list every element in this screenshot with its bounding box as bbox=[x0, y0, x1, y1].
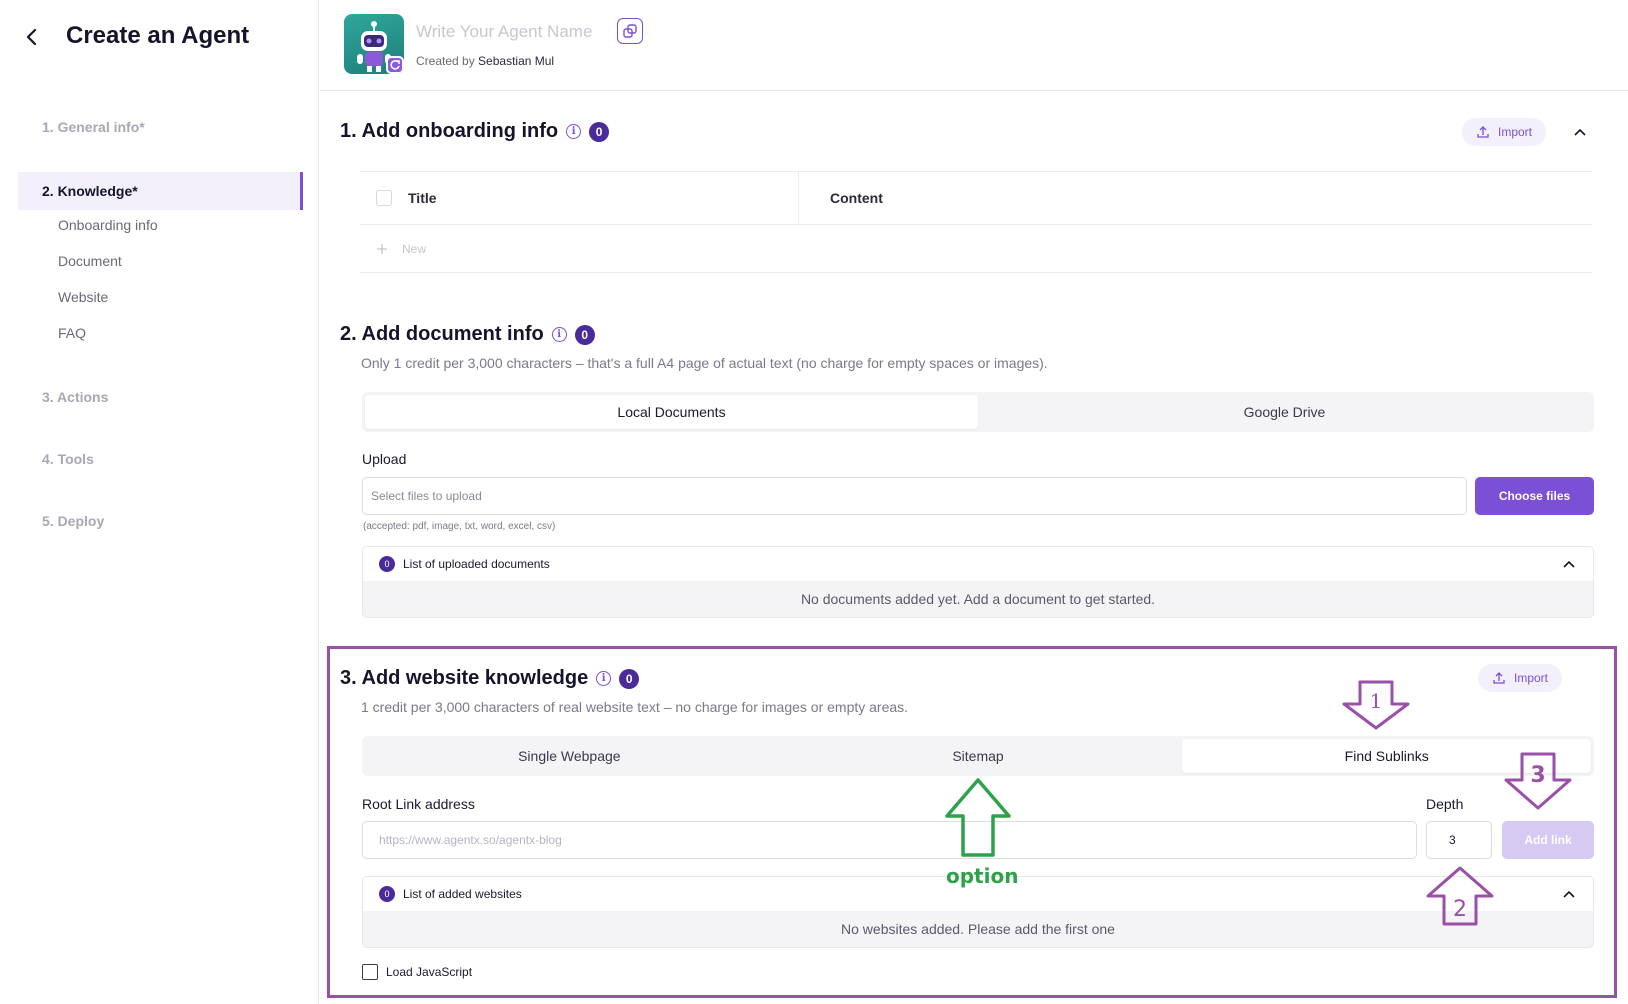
nav-step-knowledge-label: 2. Knowledge* bbox=[42, 183, 138, 199]
upload-placeholder: Select files to upload bbox=[371, 489, 482, 503]
refresh-icon bbox=[390, 60, 400, 70]
onboarding-table-header: Title Content bbox=[360, 171, 1592, 225]
annotation-option-arrow-up-icon bbox=[945, 778, 1011, 857]
column-divider bbox=[798, 172, 799, 224]
column-title: Title bbox=[408, 190, 437, 206]
annotation-arrow-3-label: 3 bbox=[1530, 763, 1545, 788]
info-icon[interactable]: i bbox=[551, 327, 567, 342]
onboarding-import-button[interactable]: Import bbox=[1462, 118, 1547, 146]
added-websites-count: 0 bbox=[379, 886, 395, 902]
tab-local-documents[interactable]: Local Documents bbox=[365, 395, 978, 429]
onboarding-section-title: 1. Add onboarding info i 0 bbox=[340, 120, 610, 143]
nav-step-deploy[interactable]: 5. Deploy bbox=[42, 513, 104, 529]
added-websites-title: List of added websites bbox=[403, 887, 522, 901]
load-javascript-checkbox[interactable] bbox=[362, 964, 378, 980]
nav-step-knowledge[interactable]: 2. Knowledge* bbox=[18, 172, 303, 210]
tab-sitemap[interactable]: Sitemap bbox=[774, 739, 1183, 773]
avatar-refresh-badge[interactable] bbox=[386, 56, 404, 74]
root-link-input[interactable] bbox=[362, 821, 1417, 859]
upload-icon bbox=[1493, 672, 1505, 684]
column-content: Content bbox=[830, 190, 883, 206]
onboarding-collapse-button[interactable] bbox=[1572, 124, 1588, 140]
added-websites-empty: No websites added. Please add the first … bbox=[363, 911, 1593, 947]
onboarding-title-text: 1. Add onboarding info bbox=[340, 120, 559, 142]
website-description: 1 credit per 3,000 characters of real we… bbox=[361, 699, 909, 715]
nav-sub-faq[interactable]: FAQ bbox=[58, 325, 86, 341]
root-link-field[interactable] bbox=[379, 822, 1416, 858]
annotation-arrow-down-icon: 3 bbox=[1504, 752, 1572, 810]
chevron-up-icon bbox=[1574, 128, 1586, 136]
load-javascript-label: Load JavaScript bbox=[386, 965, 473, 979]
choose-files-button[interactable]: Choose files bbox=[1475, 477, 1594, 515]
back-button[interactable] bbox=[18, 24, 44, 50]
agent-header: Write Your Agent Name Created by Sebasti… bbox=[320, 0, 1628, 91]
annotation-arrow-up-icon: 2 bbox=[1426, 866, 1494, 926]
accepted-formats-hint: (accepted: pdf, image, txt, word, excel,… bbox=[363, 521, 556, 532]
edit-name-button[interactable] bbox=[617, 18, 643, 44]
uploaded-documents-header[interactable]: 0 List of uploaded documents bbox=[363, 547, 1593, 581]
nav-sub-document[interactable]: Document bbox=[58, 253, 122, 269]
nav-sub-onboarding-info[interactable]: Onboarding info bbox=[58, 217, 158, 233]
depth-label: Depth bbox=[1426, 796, 1464, 812]
tab-single-webpage[interactable]: Single Webpage bbox=[365, 739, 774, 773]
upload-file-input[interactable]: Select files to upload bbox=[362, 477, 1467, 515]
creator-name: Sebastian Mul bbox=[478, 54, 555, 68]
plus-icon bbox=[377, 243, 387, 254]
website-source-tabs: Single Webpage Sitemap Find Sublinks bbox=[362, 736, 1594, 776]
annotation-arrow-down-icon: 1 bbox=[1342, 680, 1410, 730]
website-section-title: 3. Add website knowledge i 0 bbox=[340, 667, 640, 690]
tab-google-drive[interactable]: Google Drive bbox=[978, 395, 1591, 429]
page-title: Create an Agent bbox=[66, 22, 250, 49]
onboarding-table: Title Content New bbox=[360, 171, 1592, 273]
depth-input[interactable]: 3 bbox=[1426, 821, 1492, 859]
chevron-up-icon[interactable] bbox=[1563, 560, 1575, 568]
info-icon[interactable]: i bbox=[596, 671, 612, 686]
sidebar: Create an Agent 1. General info* 2. Know… bbox=[0, 0, 319, 1004]
annotation-arrow-1-label: 1 bbox=[1370, 689, 1383, 713]
onboarding-import-label: Import bbox=[1498, 125, 1533, 139]
chevron-up-icon[interactable] bbox=[1563, 890, 1575, 898]
nav-step-general-info[interactable]: 1. General info* bbox=[42, 119, 145, 135]
uploaded-documents-title: List of uploaded documents bbox=[403, 557, 550, 571]
agent-name-input[interactable]: Write Your Agent Name bbox=[416, 22, 592, 42]
website-import-button[interactable]: Import bbox=[1478, 664, 1563, 692]
uploaded-documents-list: 0 List of uploaded documents No document… bbox=[362, 546, 1594, 618]
add-link-button[interactable]: Add link bbox=[1502, 821, 1594, 859]
select-all-checkbox[interactable] bbox=[376, 190, 392, 206]
onboarding-count-badge: 0 bbox=[589, 121, 610, 142]
depth-value: 3 bbox=[1449, 833, 1456, 847]
website-import-label: Import bbox=[1514, 671, 1549, 685]
link-edit-icon bbox=[623, 24, 637, 38]
document-count-badge: 0 bbox=[574, 324, 595, 345]
add-new-row-button[interactable]: New bbox=[360, 225, 1592, 273]
nav-step-tools[interactable]: 4. Tools bbox=[42, 451, 94, 467]
agent-avatar[interactable] bbox=[344, 14, 404, 74]
upload-icon bbox=[1477, 126, 1489, 138]
uploaded-documents-empty: No documents added yet. Add a document t… bbox=[363, 581, 1593, 617]
load-javascript-toggle[interactable]: Load JavaScript bbox=[362, 964, 472, 980]
website-title-text: 3. Add website knowledge bbox=[340, 667, 589, 689]
upload-label: Upload bbox=[362, 451, 407, 467]
document-title-text: 2. Add document info bbox=[340, 323, 544, 345]
add-new-row-label: New bbox=[402, 241, 427, 256]
created-by: Created by Sebastian Mul bbox=[416, 54, 554, 68]
created-by-label: Created by bbox=[416, 54, 475, 68]
annotation-option-label: option bbox=[946, 864, 1019, 888]
annotation-arrow-2-label: 2 bbox=[1453, 897, 1467, 922]
root-link-label: Root Link address bbox=[362, 796, 475, 812]
document-description: Only 1 credit per 3,000 characters – tha… bbox=[361, 355, 1048, 371]
info-icon[interactable]: i bbox=[566, 124, 582, 139]
document-section-title: 2. Add document info i 0 bbox=[340, 323, 595, 346]
nav-sub-website[interactable]: Website bbox=[58, 289, 108, 305]
document-source-tabs: Local Documents Google Drive bbox=[362, 392, 1594, 432]
website-count-badge: 0 bbox=[619, 668, 640, 689]
nav-step-actions[interactable]: 3. Actions bbox=[42, 389, 108, 405]
chevron-left-icon bbox=[26, 28, 37, 46]
uploaded-documents-count: 0 bbox=[379, 556, 395, 572]
